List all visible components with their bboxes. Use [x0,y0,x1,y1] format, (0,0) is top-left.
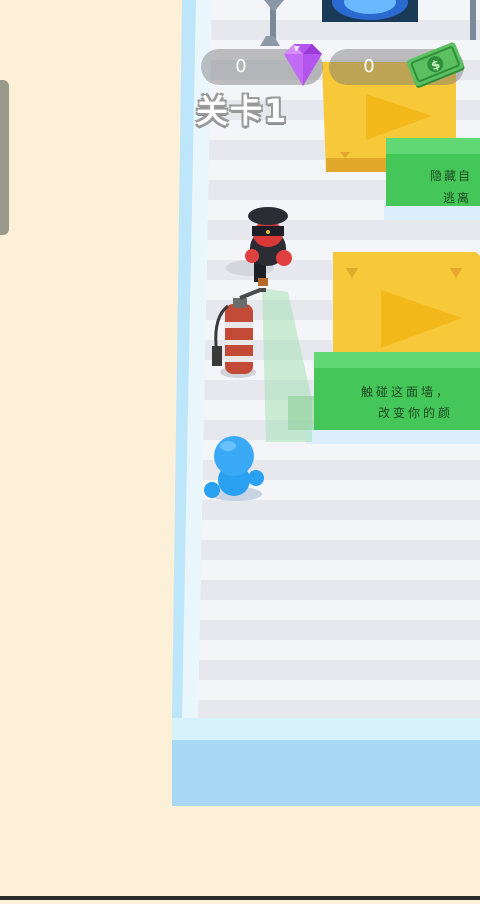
sign-text-lower-1: 触碰这面墙， [361,385,452,399]
palm-tree-icon [470,0,476,40]
gem-icon [284,44,322,86]
sign-text-upper-2: 逃离 [443,191,472,205]
side-panel-tab[interactable] [0,80,9,235]
level-label: 关卡1 [196,92,289,130]
sign-text-upper-1: 隐藏自 [430,169,473,183]
game-scene[interactable] [0,0,480,900]
gem-count: 0 [235,56,247,77]
portal-icon [322,0,418,22]
bottom-wall [172,740,480,806]
bottom-edge [0,896,480,900]
cash-icon: $ [406,42,465,88]
cash-count: 0 [363,56,375,77]
sign-text-lower-2: 改变你的颜 [378,406,454,420]
yellow-pad-lower [333,252,480,360]
